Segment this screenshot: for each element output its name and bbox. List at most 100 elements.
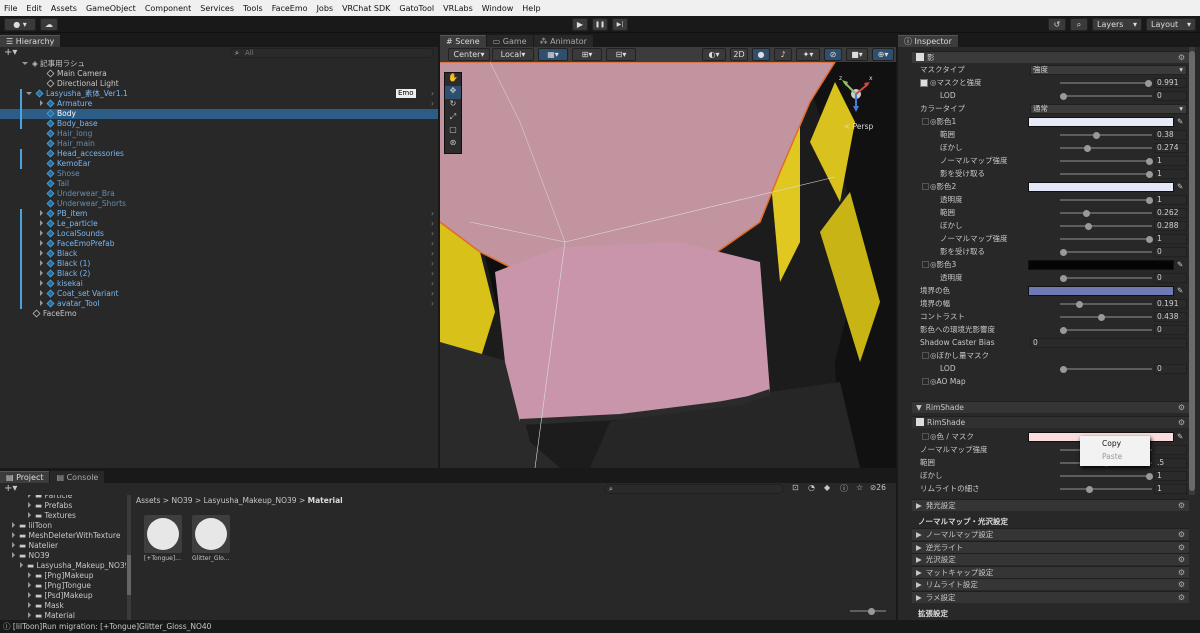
transform-tool-icon[interactable]: ⊛ bbox=[445, 138, 461, 151]
menu-item[interactable]: VRLabs bbox=[443, 4, 473, 13]
slider-handle[interactable] bbox=[1092, 131, 1100, 139]
expand-arrow-icon[interactable]: ▶ bbox=[916, 568, 922, 577]
hierarchy-item[interactable]: Underwear_Bra bbox=[0, 189, 438, 199]
hierarchy-item[interactable]: Main Camera bbox=[0, 69, 438, 79]
hierarchy-item[interactable]: avatar_Tool › bbox=[0, 299, 438, 309]
open-prefab-icon[interactable]: › bbox=[431, 259, 434, 269]
property-value-field[interactable]: 0 bbox=[1154, 91, 1187, 101]
star-icon[interactable]: ☆ bbox=[856, 483, 863, 492]
hierarchy-item[interactable]: Armature › bbox=[0, 99, 438, 109]
hierarchy-item[interactable]: KemoEar bbox=[0, 159, 438, 169]
project-folder[interactable]: ▬ Lasyusha_Makeup_NO39 bbox=[0, 561, 126, 571]
history-button[interactable]: ↺ bbox=[1048, 18, 1066, 31]
eyedropper-icon[interactable]: ✎ bbox=[1177, 285, 1183, 297]
shadow-section-header[interactable]: 影 ⚙ bbox=[912, 51, 1189, 63]
menu-item[interactable]: File bbox=[4, 4, 17, 13]
tree-scrollbar[interactable] bbox=[127, 495, 131, 620]
hierarchy-item[interactable]: Head_accessories bbox=[0, 149, 438, 159]
color-swatch[interactable] bbox=[1028, 117, 1174, 127]
slider-handle[interactable] bbox=[1060, 92, 1067, 100]
color-swatch[interactable] bbox=[1028, 286, 1174, 296]
rotate-tool-icon[interactable]: ↻ bbox=[445, 99, 461, 112]
foldout-toggle[interactable] bbox=[922, 118, 929, 125]
foldout-toggle[interactable] bbox=[922, 352, 929, 359]
expand-arrow-icon[interactable] bbox=[12, 522, 15, 528]
pause-button[interactable]: ❚❚ bbox=[592, 18, 608, 31]
open-prefab-icon[interactable]: › bbox=[431, 89, 434, 99]
expand-arrow-icon[interactable] bbox=[40, 280, 43, 286]
asset-tile[interactable]: [+Tongue]... bbox=[144, 515, 184, 567]
slider-handle[interactable] bbox=[1146, 157, 1153, 165]
expand-arrow-icon[interactable]: ▼ bbox=[916, 403, 922, 412]
hierarchy-item[interactable]: Le_particle › bbox=[0, 219, 438, 229]
property-value-field[interactable]: 0 bbox=[1154, 247, 1187, 257]
breadcrumb-makeup[interactable]: Lasyusha_Makeup_NO39 bbox=[204, 496, 297, 505]
gizmos-dropdown[interactable]: ⊕▾ bbox=[872, 48, 894, 61]
property-value-field[interactable]: 0.438 bbox=[1154, 312, 1187, 322]
add-button[interactable]: +▾ bbox=[4, 47, 17, 58]
slider-handle[interactable] bbox=[1146, 196, 1153, 204]
slider-handle[interactable] bbox=[1146, 235, 1153, 243]
asset-tile[interactable]: Glitter_Glo... bbox=[192, 515, 232, 567]
hierarchy-item[interactable]: Black (1) › bbox=[0, 259, 438, 269]
inspector-scrollbar[interactable] bbox=[1189, 47, 1195, 495]
context-menu-copy[interactable]: Copy bbox=[1080, 436, 1150, 450]
hierarchy-item[interactable]: Shose bbox=[0, 169, 438, 179]
expand-arrow-icon[interactable] bbox=[28, 602, 31, 608]
expand-arrow-icon[interactable] bbox=[40, 240, 43, 246]
open-prefab-icon[interactable]: › bbox=[431, 99, 434, 109]
cloud-button[interactable]: ☁ bbox=[40, 18, 58, 31]
expand-arrow-icon[interactable]: ▶ bbox=[916, 543, 922, 552]
settings-section[interactable]: ▶ リムライト設定 ⚙ bbox=[912, 578, 1189, 590]
rect-tool-icon[interactable]: ▢ bbox=[445, 125, 461, 138]
lighting-toggle[interactable]: ● bbox=[752, 48, 770, 61]
open-prefab-icon[interactable]: › bbox=[431, 239, 434, 249]
property-slider[interactable] bbox=[1060, 472, 1153, 480]
expand-arrow-icon[interactable] bbox=[40, 270, 43, 276]
gear-icon[interactable]: ⚙ bbox=[1178, 554, 1185, 565]
context-menu-paste[interactable]: Paste bbox=[1080, 450, 1150, 464]
open-prefab-icon[interactable]: › bbox=[431, 289, 434, 299]
property-slider[interactable] bbox=[1060, 326, 1152, 334]
slider-handle[interactable] bbox=[1076, 300, 1084, 308]
property-value-field[interactable]: 0 bbox=[1154, 364, 1187, 374]
expand-arrow-icon[interactable] bbox=[28, 582, 31, 588]
orientation-gizmo[interactable]: z x bbox=[836, 72, 876, 116]
foldout-toggle[interactable] bbox=[922, 378, 929, 385]
gear-icon[interactable]: ⚙ bbox=[1178, 567, 1185, 578]
step-button[interactable]: ▶| bbox=[612, 18, 628, 31]
grid-snap-button[interactable]: ⊞▾ bbox=[572, 48, 602, 61]
open-prefab-icon[interactable]: › bbox=[431, 229, 434, 239]
property-dropdown[interactable]: 通常 ▾ bbox=[1030, 104, 1187, 114]
property-slider[interactable] bbox=[1060, 235, 1153, 243]
slider-handle[interactable] bbox=[1082, 209, 1090, 217]
hierarchy-item[interactable]: Directional Light bbox=[0, 79, 438, 89]
project-folder[interactable]: ▬ [Png]Tongue bbox=[0, 581, 126, 591]
space-dropdown[interactable]: Local ▾ bbox=[492, 48, 534, 61]
hierarchy-item[interactable]: Black (2) › bbox=[0, 269, 438, 279]
icon-size-slider[interactable] bbox=[850, 607, 886, 615]
slider-handle[interactable] bbox=[1060, 365, 1067, 373]
open-prefab-icon[interactable]: › bbox=[431, 219, 434, 229]
foldout-toggle[interactable] bbox=[922, 433, 929, 440]
property-slider[interactable] bbox=[1060, 79, 1153, 87]
status-message[interactable]: [lilToon]Run migration: [+Tongue]Glitter… bbox=[13, 622, 212, 631]
pivot-dropdown[interactable]: Center ▾ bbox=[448, 48, 490, 61]
texture-slot[interactable] bbox=[920, 79, 928, 87]
hierarchy-item[interactable]: LocalSounds › bbox=[0, 229, 438, 239]
hierarchy-item[interactable]: Hair_main bbox=[0, 139, 438, 149]
property-value-field[interactable]: 0 bbox=[1154, 273, 1187, 283]
hidden-packages-toggle[interactable]: ⊘26 bbox=[870, 483, 886, 492]
menu-item[interactable]: Help bbox=[522, 4, 540, 13]
gear-icon[interactable]: ⚙ bbox=[1178, 529, 1185, 540]
property-slider[interactable] bbox=[1060, 365, 1152, 373]
snap-button[interactable]: ▦▾ bbox=[538, 48, 568, 61]
move-tool-icon[interactable]: ✥ bbox=[445, 86, 461, 99]
expand-arrow-icon[interactable] bbox=[12, 552, 15, 558]
menu-item[interactable]: Window bbox=[482, 4, 514, 13]
expand-arrow-icon[interactable]: ▶ bbox=[916, 555, 922, 564]
property-value-field[interactable]: 1 bbox=[1154, 169, 1187, 179]
property-slider[interactable] bbox=[1060, 209, 1152, 217]
expand-arrow-icon[interactable] bbox=[40, 250, 43, 256]
project-folder[interactable]: ▬ lilToon bbox=[0, 521, 126, 531]
